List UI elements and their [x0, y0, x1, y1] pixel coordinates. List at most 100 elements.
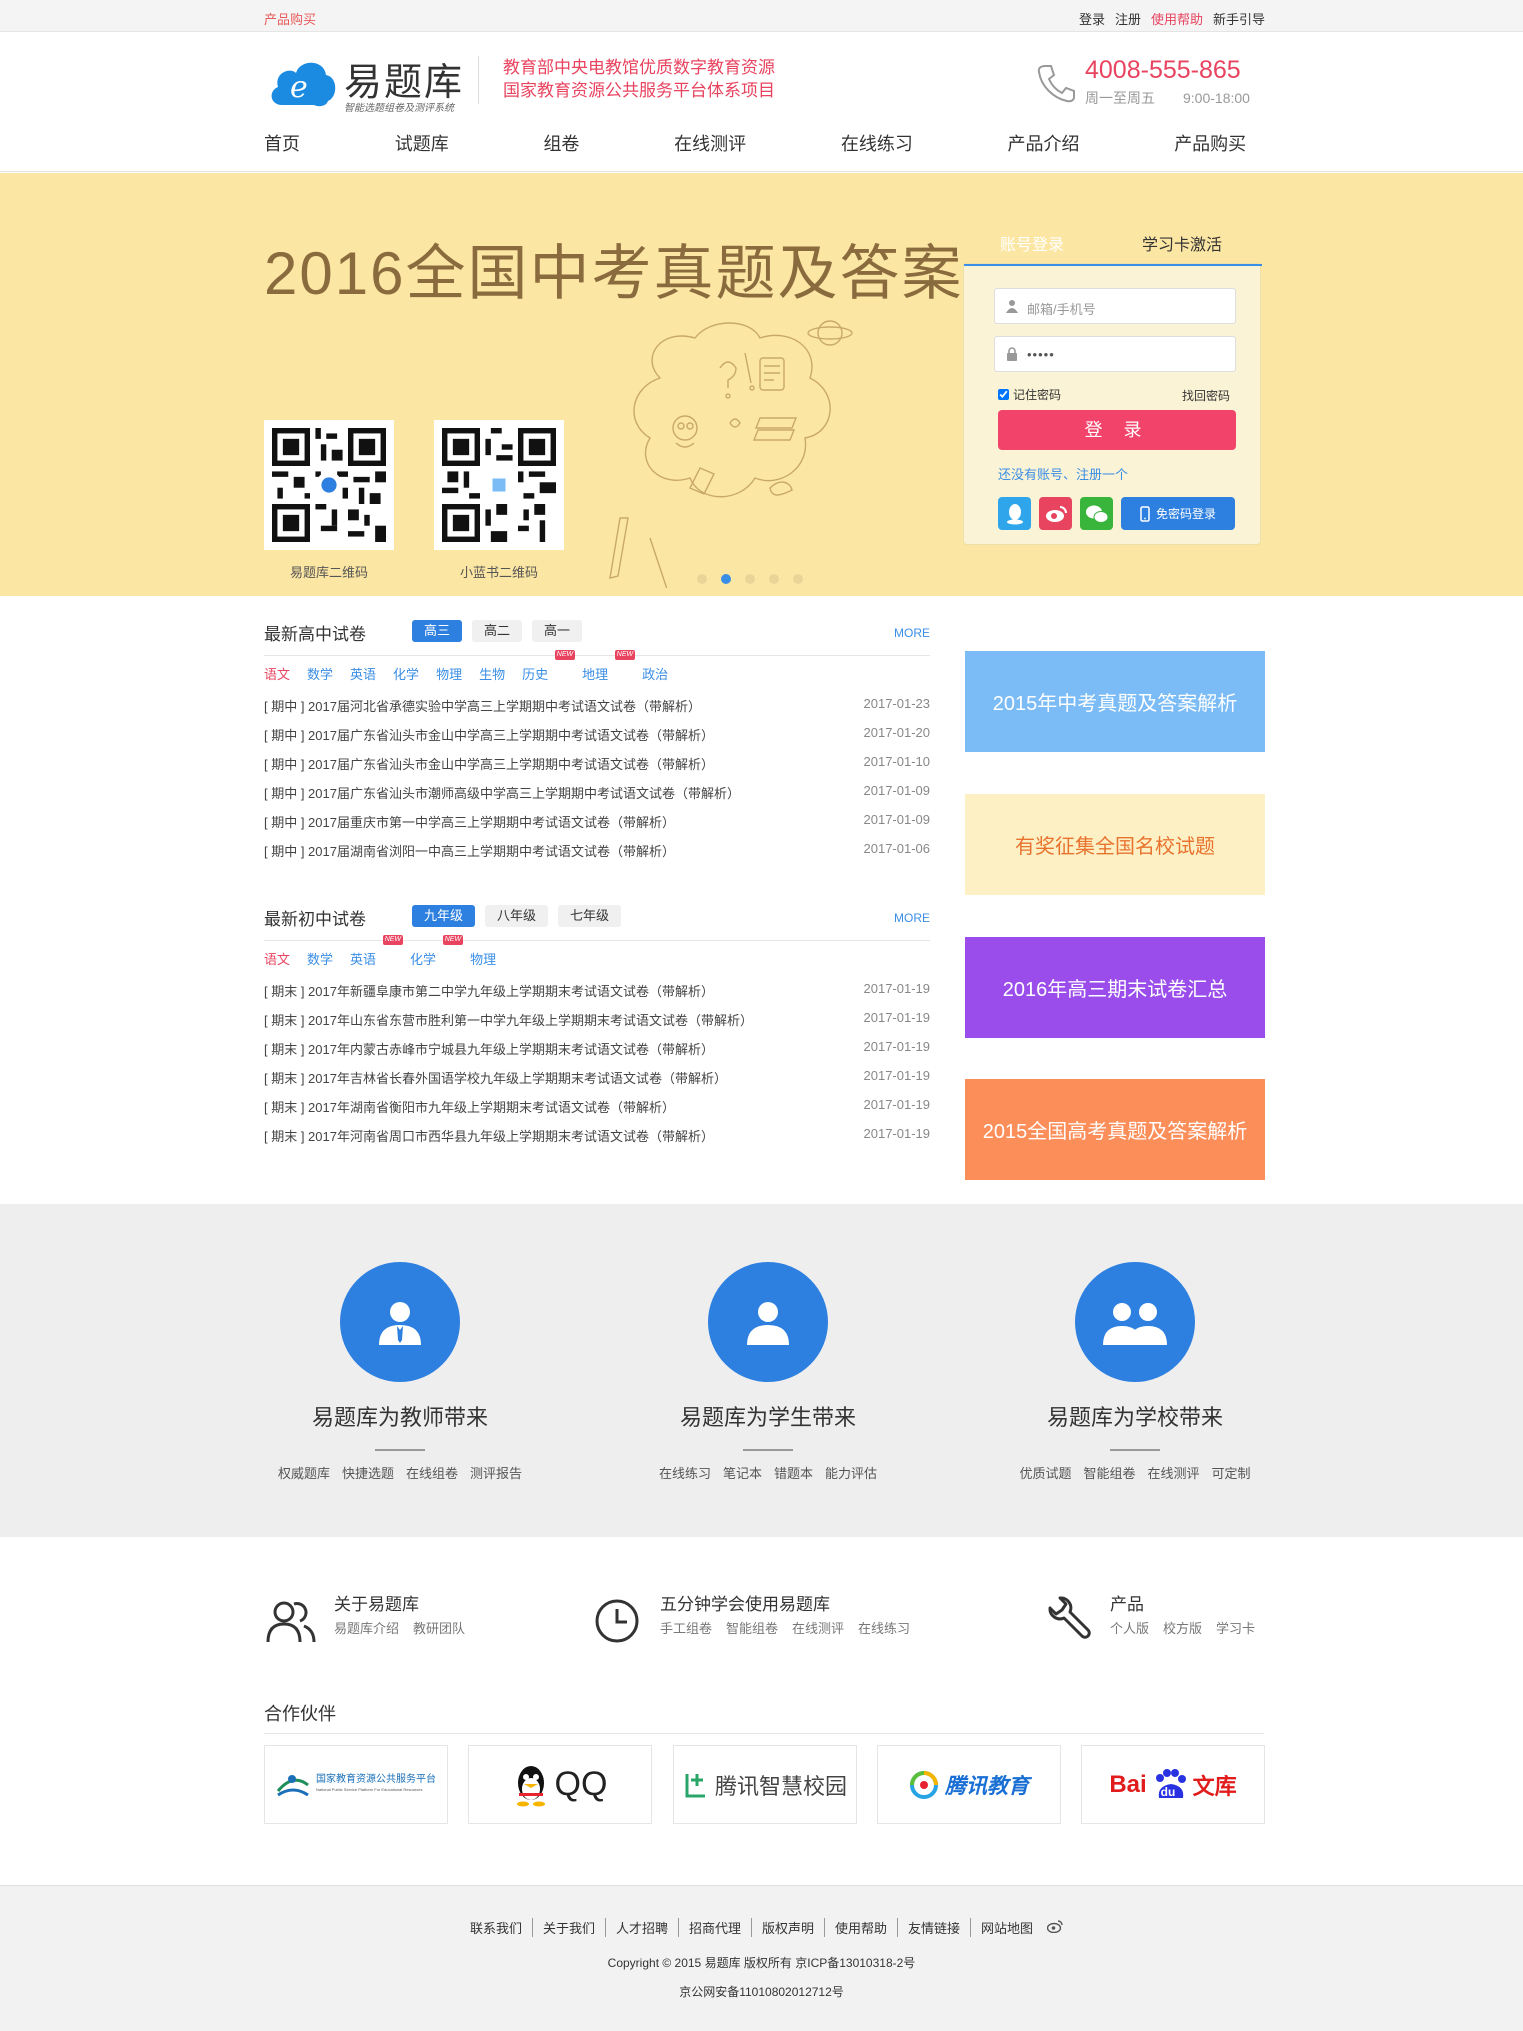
logo[interactable]: e 易题库 智能选题组卷及测评系统 [264, 49, 474, 114]
tab-card-activate[interactable]: 学习卡激活 [1142, 231, 1222, 255]
subject-math[interactable]: 数学 [307, 949, 333, 968]
subject-history[interactable]: 历史 NEW [522, 650, 576, 683]
nav-home[interactable]: 首页 [264, 130, 395, 156]
info-link[interactable]: 智能组卷 [726, 1618, 778, 1637]
qq-penguin-icon [1006, 503, 1023, 524]
subject-physics[interactable]: 物理 [436, 664, 462, 683]
register-link[interactable]: 还没有账号、注册一个 [998, 464, 1128, 483]
list-item[interactable]: [ 期中 ] 2017届广东省汕头市金山中学高三上学期期中考试语文试卷（带解析）… [264, 754, 930, 783]
list-item[interactable]: [ 期中 ] 2017届重庆市第一中学高三上学期期中考试语文试卷（带解析） 201… [264, 812, 930, 841]
senior-more-link[interactable]: MORE [894, 626, 930, 640]
list-item[interactable]: [ 期中 ] 2017届广东省汕头市金山中学高三上学期期中考试语文试卷（带解析）… [264, 725, 930, 754]
tab-account-login[interactable]: 账号登录 [1000, 231, 1064, 255]
subject-math[interactable]: 数学 [307, 664, 333, 683]
info-link[interactable]: 手工组卷 [660, 1618, 712, 1637]
footer-link[interactable]: 友情链接 [898, 1918, 972, 1937]
paper-date: 2017-01-19 [863, 1126, 931, 1141]
nav-compose[interactable]: 组卷 [543, 130, 674, 156]
paper-date: 2017-01-19 [863, 1010, 931, 1025]
banner[interactable]: 2016全国中考真题及答案 易题库二维码 小蓝书二维码 账号登录 学习卡激活 邮… [0, 173, 1523, 596]
subject-chinese[interactable]: 语文 [264, 664, 290, 683]
list-item[interactable]: [ 期末 ] 2017年内蒙古赤峰市宁城县九年级上学期期末考试语文试卷（带解析）… [264, 1039, 930, 1068]
weibo-login-button[interactable] [1039, 497, 1072, 530]
carousel-dot[interactable] [745, 574, 755, 584]
feature-tag: 快捷选题 [341, 1466, 394, 1481]
password-free-login-button[interactable]: 免密码登录 [1121, 497, 1235, 530]
partner-qq[interactable]: QQ [468, 1745, 652, 1824]
info-link[interactable]: 学习卡 [1216, 1618, 1255, 1637]
footer-link[interactable]: 版权声明 [752, 1918, 826, 1937]
list-item[interactable]: [ 期末 ] 2017年吉林省长春外国语学校九年级上学期期末考试语文试卷（带解析… [264, 1068, 930, 1097]
list-item[interactable]: [ 期中 ] 2017届河北省承德实验中学高三上学期期中考试语文试卷（带解析） 2… [264, 696, 930, 725]
top-buy-link[interactable]: 产品购买 [264, 9, 316, 28]
grade-tab-senior-1[interactable]: 高一 [532, 620, 583, 642]
info-link[interactable]: 个人版 [1110, 1618, 1149, 1637]
student-icon [708, 1262, 828, 1382]
info-link[interactable]: 在线练习 [858, 1618, 910, 1637]
subject-physics[interactable]: 物理 [470, 949, 496, 968]
grade-tab-grade-8[interactable]: 八年级 [485, 905, 549, 927]
list-item[interactable]: [ 期末 ] 2017年新疆阜康市第二中学九年级上学期期末考试语文试卷（带解析）… [264, 981, 930, 1010]
grade-tab-senior-2[interactable]: 高二 [472, 620, 523, 642]
grade-tab-senior-3[interactable]: 高三 [412, 620, 463, 642]
grade-tab-grade-9[interactable]: 九年级 [412, 905, 476, 927]
footer-link[interactable]: 招商代理 [679, 1918, 752, 1937]
list-item[interactable]: [ 期中 ] 2017届广东省汕头市潮师高级中学高三上学期期中考试语文试卷（带解… [264, 783, 930, 812]
partner-baidu-wenku[interactable]: Bai du 文库 [1081, 1745, 1265, 1824]
username-input[interactable]: 邮箱/手机号 [994, 288, 1236, 324]
footer-link[interactable]: 关于我们 [533, 1918, 606, 1937]
nav-product-intro[interactable]: 产品介绍 [1008, 130, 1175, 156]
subject-biology[interactable]: 生物 [479, 664, 505, 683]
remember-checkbox[interactable] [998, 389, 1009, 400]
footer-link[interactable]: 联系我们 [460, 1918, 533, 1937]
remember-password[interactable]: 记住密码 [998, 386, 1061, 403]
subject-chemistry[interactable]: 化学 NEW [410, 935, 464, 968]
teacher-icon [340, 1262, 460, 1382]
subject-geography[interactable]: 地理 NEW [582, 650, 636, 683]
nav-online-practice[interactable]: 在线练习 [841, 130, 1008, 156]
carousel-dot-active[interactable] [721, 574, 731, 584]
password-mask: ••••• [1027, 347, 1055, 362]
info-link[interactable]: 易题库介绍 [334, 1618, 399, 1637]
weibo-icon[interactable] [1047, 1920, 1063, 1933]
top-guide-link[interactable]: 新手引导 [1213, 9, 1265, 28]
promo-collect-papers[interactable]: 有奖征集全国名校试题 [965, 794, 1265, 895]
list-item[interactable]: [ 期中 ] 2017届湖南省浏阳一中高三上学期期中考试语文试卷（带解析） 201… [264, 841, 930, 870]
info-link[interactable]: 教研团队 [413, 1618, 465, 1637]
promo-2016-gaosan[interactable]: 2016年高三期末试卷汇总 [965, 937, 1265, 1038]
info-link[interactable]: 在线测评 [792, 1618, 844, 1637]
partner-tencent-edu[interactable]: 腾讯教育 [877, 1745, 1061, 1824]
junior-more-link[interactable]: MORE [894, 911, 930, 925]
subject-chemistry[interactable]: 化学 [393, 664, 419, 683]
carousel-dot[interactable] [697, 574, 707, 584]
promo-2015-gaokao[interactable]: 2015全国高考真题及答案解析 [965, 1079, 1265, 1180]
subject-english[interactable]: 英语 NEW [350, 935, 404, 968]
login-button[interactable]: 登 录 [998, 410, 1236, 450]
nav-online-test[interactable]: 在线测评 [674, 130, 841, 156]
info-link[interactable]: 校方版 [1163, 1618, 1202, 1637]
list-item[interactable]: [ 期末 ] 2017年河南省周口市西华县九年级上学期期末考试语文试卷（带解析）… [264, 1126, 930, 1155]
footer-link[interactable]: 网站地图 [971, 1918, 1043, 1937]
partner-tencent-campus[interactable]: 腾讯智慧校园 [673, 1745, 857, 1824]
list-item[interactable]: [ 期末 ] 2017年山东省东营市胜利第一中学九年级上学期期末考试语文试卷（带… [264, 1010, 930, 1039]
list-item[interactable]: [ 期末 ] 2017年湖南省衡阳市九年级上学期期末考试语文试卷（带解析） 201… [264, 1097, 930, 1126]
grade-tab-grade-7[interactable]: 七年级 [558, 905, 622, 927]
nav-question-bank[interactable]: 试题库 [395, 130, 544, 156]
partner-eduyun[interactable]: 国家教育资源公共服务平台 National Public Service Pla… [264, 1745, 448, 1824]
password-input[interactable]: ••••• [994, 336, 1236, 372]
promo-2015-zhongkao[interactable]: 2015年中考真题及答案解析 [965, 651, 1265, 752]
subject-politics[interactable]: 政治 [642, 664, 668, 683]
subject-chinese[interactable]: 语文 [264, 949, 290, 968]
subject-english[interactable]: 英语 [350, 664, 376, 683]
qq-login-button[interactable] [998, 497, 1031, 530]
footer-link[interactable]: 使用帮助 [825, 1918, 899, 1937]
forgot-password-link[interactable]: 找回密码 [1182, 387, 1230, 404]
wechat-login-button[interactable] [1080, 497, 1113, 530]
footer-link[interactable]: 人才招聘 [606, 1918, 679, 1937]
carousel-dot[interactable] [793, 574, 803, 584]
nav-product-buy[interactable]: 产品购买 [1174, 130, 1264, 156]
top-login-link[interactable]: 登录 [1079, 9, 1105, 28]
top-register-link[interactable]: 注册 [1115, 9, 1141, 28]
top-help-link[interactable]: 使用帮助 [1151, 9, 1203, 28]
carousel-dot[interactable] [769, 574, 779, 584]
